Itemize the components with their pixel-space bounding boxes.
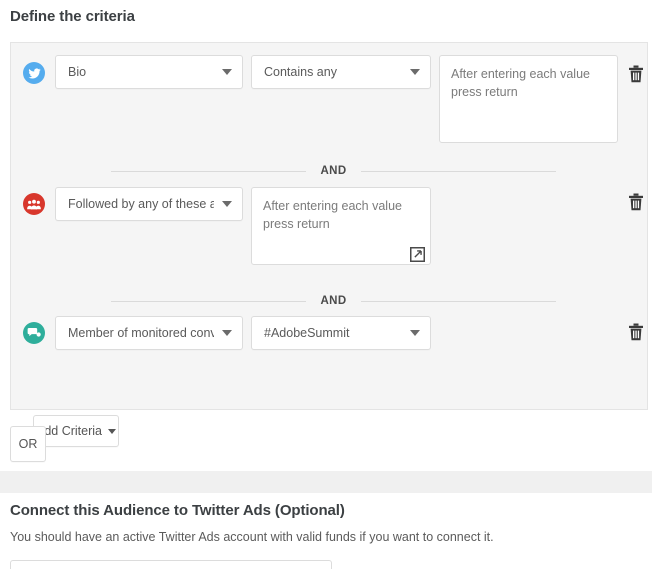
and-divider-2: AND	[111, 294, 556, 308]
monitored-conversation-icon	[23, 322, 45, 344]
row-1-operator-select-label: Contains any	[264, 65, 402, 79]
row-1-value-input[interactable]	[439, 55, 618, 143]
row-2-delete-button[interactable]	[628, 193, 644, 211]
chevron-down-icon	[410, 330, 420, 336]
row-1-field-select-label: Bio	[68, 65, 214, 79]
row-3-value-select-label: #AdobeSummit	[264, 326, 402, 340]
chevron-down-icon	[410, 69, 420, 75]
section-separator-band	[0, 471, 652, 493]
row-1-delete-button[interactable]	[628, 65, 644, 83]
row-2-field-select[interactable]: Followed by any of these a…	[55, 187, 243, 221]
or-label: OR	[19, 437, 38, 451]
row-3-field-select[interactable]: Member of monitored conv…	[55, 316, 243, 350]
divider-line-left	[111, 301, 306, 302]
and-label: AND	[306, 165, 360, 177]
row-2-value-input[interactable]	[251, 187, 431, 265]
and-divider-1: AND	[111, 164, 556, 178]
row-2-field-select-label: Followed by any of these a…	[68, 197, 214, 211]
divider-line-right	[361, 301, 556, 302]
row-1-field-select[interactable]: Bio	[55, 55, 243, 89]
divider-line-right	[361, 171, 556, 172]
criteria-section-title: Define the criteria	[10, 8, 135, 25]
connect-section-description: You should have an active Twitter Ads ac…	[10, 530, 494, 544]
followers-group-icon	[23, 193, 45, 215]
chevron-down-icon	[222, 69, 232, 75]
twitter-icon	[23, 62, 45, 84]
connect-account-input[interactable]	[10, 560, 332, 569]
divider-line-left	[111, 171, 306, 172]
audience-builder-page: Define the criteria Bio Contains any	[0, 0, 652, 569]
row-3-field-select-label: Member of monitored conv…	[68, 326, 214, 340]
chevron-down-icon	[108, 429, 116, 434]
and-label: AND	[306, 295, 360, 307]
row-3-delete-button[interactable]	[628, 323, 644, 341]
chevron-down-icon	[222, 201, 232, 207]
expand-icon[interactable]	[410, 247, 425, 262]
or-button[interactable]: OR	[10, 426, 46, 462]
connect-section-title: Connect this Audience to Twitter Ads (Op…	[10, 502, 345, 519]
row-1-operator-select[interactable]: Contains any	[251, 55, 431, 89]
criteria-panel: Bio Contains any AND	[10, 42, 648, 410]
row-3-value-select[interactable]: #AdobeSummit	[251, 316, 431, 350]
chevron-down-icon	[222, 330, 232, 336]
